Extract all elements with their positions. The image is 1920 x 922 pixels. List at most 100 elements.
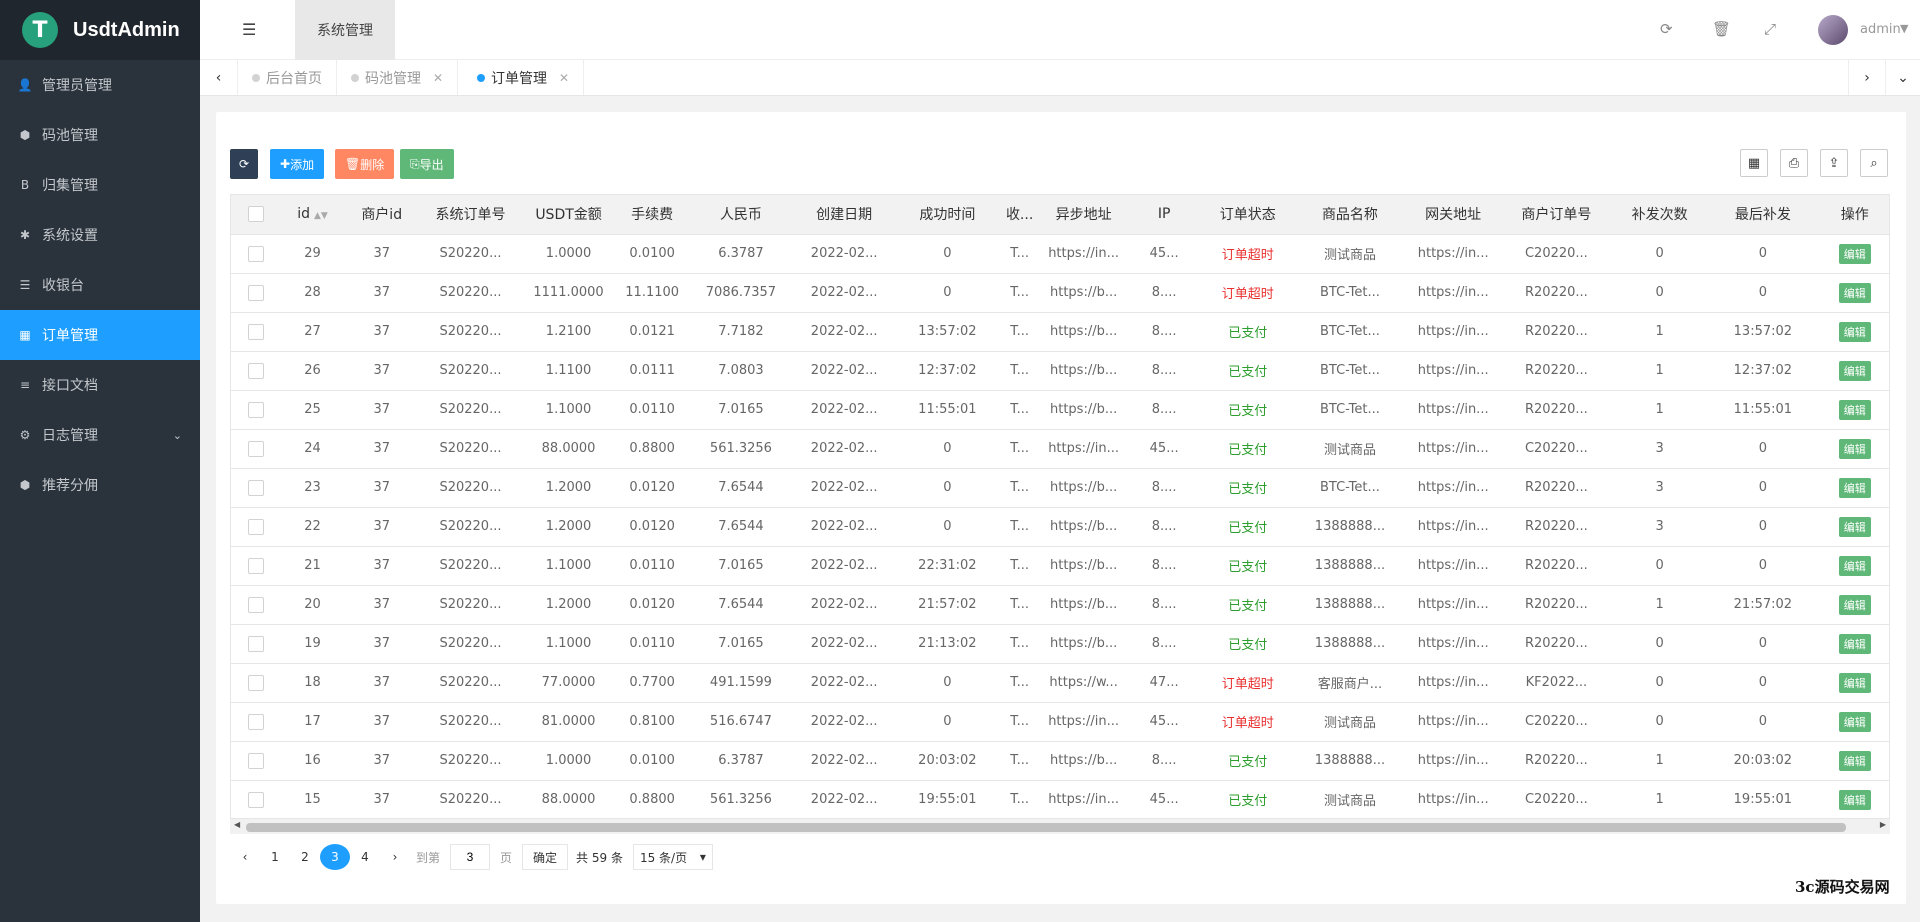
sidebar-item-4[interactable]: ☰ 收银台 <box>0 260 200 310</box>
goto-page-input[interactable] <box>450 844 491 870</box>
edit-button[interactable]: 编辑 <box>1838 438 1871 459</box>
pagination: ‹ 1 2 3 4 › 到第 页 确定 共 59 条 15 条/页 ▾ <box>230 842 713 872</box>
avatar[interactable] <box>1818 15 1848 45</box>
row-checkbox[interactable] <box>247 596 264 613</box>
edit-button[interactable]: 编辑 <box>1838 789 1871 810</box>
edit-button[interactable]: 编辑 <box>1838 672 1871 693</box>
page-1[interactable]: 1 <box>260 844 290 870</box>
edit-button[interactable]: 编辑 <box>1838 477 1871 498</box>
sidebar-item-1[interactable]: ⬢ 码池管理 <box>0 110 200 160</box>
prev-page-icon[interactable]: ‹ <box>230 844 260 870</box>
per-page-select[interactable]: 15 条/页 ▾ <box>632 844 713 870</box>
trash-icon[interactable]: 🗑 <box>1712 20 1731 38</box>
refresh-icon[interactable]: ⟳ <box>1660 20 1673 38</box>
table-cell: 1 <box>1612 351 1708 391</box>
sidebar-item-8[interactable]: ⬢ 推荐分佣 <box>0 460 200 510</box>
row-checkbox[interactable] <box>247 401 264 418</box>
tabs-next-icon[interactable]: › <box>1848 60 1886 95</box>
sidebar-item-6[interactable]: ≡ 接口文档 <box>0 360 200 410</box>
table-cell: 22:31:02 <box>895 546 999 586</box>
column-header[interactable]: id ▲▼ <box>280 195 345 235</box>
edit-button[interactable]: 编辑 <box>1838 243 1871 264</box>
table-cell: 2022-02... <box>792 702 896 742</box>
table-cell: https://in... <box>1405 468 1501 508</box>
horizontal-scrollbar[interactable]: ◀ ▶ <box>230 818 1890 834</box>
row-checkbox[interactable] <box>247 323 264 340</box>
page-3-current[interactable]: 3 <box>320 844 350 870</box>
scrollbar-thumb[interactable] <box>246 823 1846 832</box>
sidebar-item-7[interactable]: ⚙ 日志管理 ⌄ <box>0 410 200 460</box>
edit-button[interactable]: 编辑 <box>1838 594 1871 615</box>
export-button[interactable]: ⎘ 导出 <box>400 149 454 179</box>
search-icon[interactable]: ⌕ <box>1860 149 1888 177</box>
table-cell: 8.... <box>1126 390 1202 430</box>
row-checkbox[interactable] <box>247 674 264 691</box>
row-checkbox[interactable] <box>247 479 264 496</box>
header-tab-system[interactable]: 系统管理 <box>295 0 395 60</box>
chevron-down-icon[interactable]: ⌄ <box>173 429 182 442</box>
edit-button[interactable]: 编辑 <box>1838 399 1871 420</box>
table-row: 19 37 S20220... 1.1000 0.0110 7.0165 2022-02..… <box>231 624 1889 664</box>
page-2[interactable]: 2 <box>290 844 320 870</box>
sidebar-item-label: 归集管理 <box>42 178 98 194</box>
export-table-icon[interactable]: ⇪ <box>1820 149 1848 177</box>
columns-filter-icon[interactable]: ▦ <box>1740 149 1768 177</box>
column-header-label: 操作 <box>1840 207 1869 224</box>
caret-down-icon[interactable]: ▼ <box>1900 22 1908 35</box>
user-name[interactable]: admin <box>1860 22 1901 37</box>
scroll-right-icon[interactable]: ▶ <box>1880 820 1886 829</box>
close-icon[interactable]: ✕ <box>433 71 443 85</box>
row-checkbox[interactable] <box>247 284 264 301</box>
delete-button[interactable]: 🗑 删除 <box>335 149 395 179</box>
sidebar-item-2[interactable]: B 归集管理 <box>0 160 200 210</box>
next-page-icon[interactable]: › <box>380 844 410 870</box>
sort-icon[interactable]: ▲▼ <box>314 211 328 221</box>
edit-button[interactable]: 编辑 <box>1838 360 1871 381</box>
edit-button[interactable]: 编辑 <box>1838 633 1871 654</box>
menu-toggle-icon[interactable]: ☰ <box>242 20 256 39</box>
tab-home[interactable]: 后台首页 <box>238 60 337 95</box>
tabs-prev-icon[interactable]: ‹ <box>200 60 238 95</box>
actions-cell: 编辑 <box>1818 429 1889 469</box>
refresh-button[interactable]: ⟳ <box>230 149 258 179</box>
select-all-checkbox[interactable] <box>247 206 264 223</box>
print-icon[interactable]: ⎙ <box>1780 149 1808 177</box>
edit-button[interactable]: 编辑 <box>1838 711 1871 732</box>
tabs-menu-chevron-down-icon[interactable]: ⌄ <box>1884 60 1920 95</box>
goto-confirm-button[interactable]: 确定 <box>522 844 569 870</box>
edit-button[interactable]: 编辑 <box>1838 282 1871 303</box>
row-checkbox[interactable] <box>247 245 264 262</box>
edit-button[interactable]: 编辑 <box>1838 516 1871 537</box>
edit-button[interactable]: 编辑 <box>1838 750 1871 771</box>
table-cell: 已支付 <box>1201 429 1295 469</box>
table-cell: 0 <box>895 234 999 274</box>
table-cell: 订单超时 <box>1201 234 1295 274</box>
row-checkbox[interactable] <box>247 518 264 535</box>
row-checkbox[interactable] <box>247 557 264 574</box>
edit-button[interactable]: 编辑 <box>1838 321 1871 342</box>
row-checkbox[interactable] <box>247 713 264 730</box>
table-cell: BTC-Tet... <box>1294 312 1406 352</box>
sidebar-item-5[interactable]: ▦ 订单管理 <box>0 310 200 360</box>
app-logo[interactable]: T UsdtAdmin <box>0 0 200 60</box>
page-4[interactable]: 4 <box>350 844 380 870</box>
row-checkbox[interactable] <box>247 635 264 652</box>
sidebar-item-0[interactable]: 👤 管理员管理 <box>0 60 200 110</box>
row-checkbox[interactable] <box>247 440 264 457</box>
tab-orders[interactable]: 订单管理 ✕ <box>463 60 585 95</box>
edit-button[interactable]: 编辑 <box>1838 555 1871 576</box>
table-cell: T... <box>998 585 1041 625</box>
close-icon[interactable]: ✕ <box>559 71 569 85</box>
add-button[interactable]: ✚ 添加 <box>270 149 325 179</box>
table-cell: 37 <box>344 780 419 820</box>
table-cell: 77.0000 <box>522 663 615 703</box>
column-header-label: 人民币 <box>719 207 762 224</box>
row-checkbox[interactable] <box>247 752 264 769</box>
row-checkbox[interactable] <box>247 362 264 379</box>
tab-code-pool[interactable]: 码池管理 ✕ <box>337 60 459 95</box>
row-checkbox[interactable] <box>247 791 264 808</box>
scroll-left-icon[interactable]: ◀ <box>234 820 240 829</box>
table-cell: 19 <box>280 624 345 664</box>
fullscreen-icon[interactable]: ⤢ <box>1764 20 1776 38</box>
sidebar-item-3[interactable]: ✱ 系统设置 <box>0 210 200 260</box>
